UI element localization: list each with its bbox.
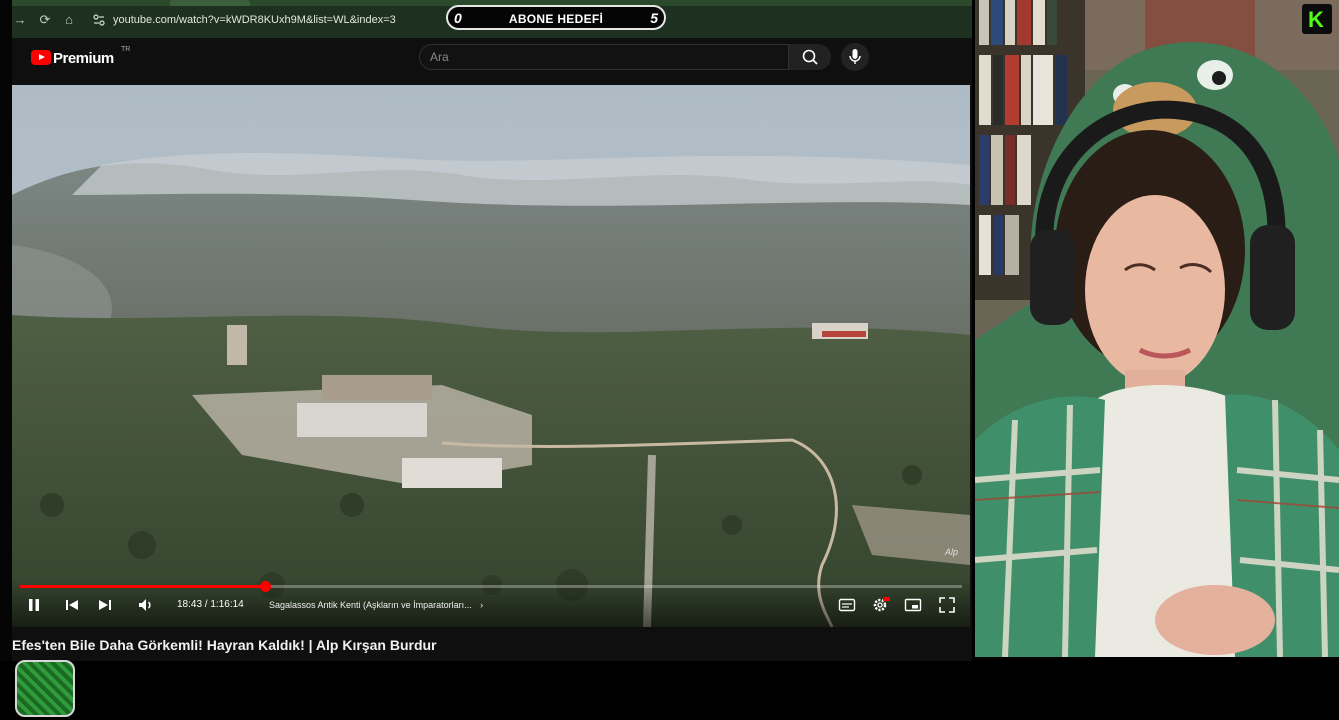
scrubber-handle[interactable] [259,581,271,592]
url-text[interactable]: youtube.com/watch?v=kWDR8KUxh9M&list=WL&… [113,14,396,26]
time-display: 18:43 / 1:16:14 [177,599,244,610]
goal-label: ABONE HEDEFİ [508,12,604,26]
youtube-header: Premium TR [12,38,972,85]
chevron-right-icon: › [480,600,484,610]
subtitles-icon[interactable] [837,595,857,615]
search-button[interactable] [789,44,831,70]
progress-fill [20,585,265,588]
next-icon[interactable] [95,595,115,615]
fullscreen-icon[interactable] [937,595,957,615]
subscriber-goal-bar: 0 ABONE HEDEFİ 5 [446,5,666,30]
progress-bar[interactable] [20,581,962,592]
site-settings-icon[interactable] [92,13,106,27]
video-player[interactable]: Alp 18:43 / 1:16:14 Sagalassos Antik Ken… [12,85,970,627]
voice-search-button[interactable] [841,43,869,71]
kick-logo: K [1302,4,1332,34]
volume-icon[interactable] [136,595,156,615]
home-icon[interactable]: ⌂ [61,12,77,28]
search-icon [802,49,818,65]
microphone-icon [849,49,861,64]
left-border [0,0,12,661]
search-input[interactable] [420,45,788,69]
forward-icon[interactable]: → [12,12,28,28]
chapter-title[interactable]: Sagalassos Antik Kenti (Aşkların ve İmpa… [269,600,483,610]
theater-mode-icon[interactable] [903,595,923,615]
pause-icon[interactable] [24,595,44,615]
goal-target: 5 [650,10,658,26]
player-controls: 18:43 / 1:16:14 Sagalassos Antik Kenti (… [12,579,970,627]
chapter-text: Sagalassos Antik Kenti (Aşkların ve İmpa… [269,600,472,610]
webcam-feed [975,0,1339,657]
stream-frame: → ⟳ ⌂ youtube.com/watch?v=kWDR8KUxh9M&li… [0,0,1339,720]
settings-gear-icon[interactable] [870,595,890,615]
youtube-play-icon [31,50,51,65]
kick-logo-letter: K [1308,7,1324,32]
video-title[interactable]: Efes'ten Bile Daha Görkemli! Hayran Kald… [12,637,437,653]
previous-icon[interactable] [62,595,82,615]
streamer-sticker-image [15,660,75,717]
search-box[interactable] [419,44,789,70]
video-watermark: Alp [944,547,958,557]
video-frame-landscape [12,85,970,627]
browser-window: → ⟳ ⌂ youtube.com/watch?v=kWDR8KUxh9M&li… [0,0,972,661]
reload-icon[interactable]: ⟳ [37,12,53,28]
logo-text: Premium [53,50,114,67]
webcam-streamer-image [975,0,1339,657]
region-code: TR [121,46,131,53]
active-tab[interactable] [170,0,250,6]
